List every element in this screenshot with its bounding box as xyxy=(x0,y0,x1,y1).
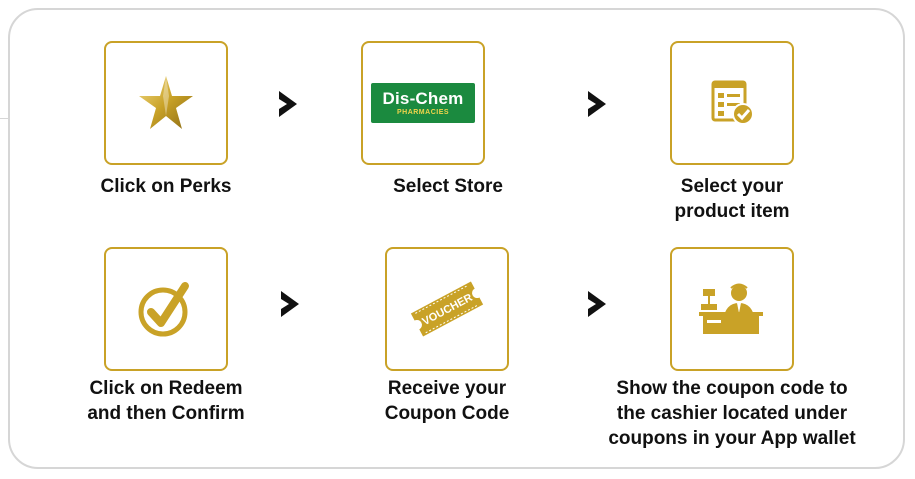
step-1-box xyxy=(104,41,228,165)
dischem-logo: Dis-Chem PHARMACIES xyxy=(371,83,475,123)
step-3-caption: Select your product item xyxy=(674,176,790,222)
chevron-right-icon xyxy=(279,91,297,117)
cashier-icon xyxy=(699,283,763,334)
voucher-icon: VOUCHER xyxy=(410,281,484,337)
step-6-box xyxy=(670,247,794,371)
star-icon xyxy=(139,76,193,129)
step-5-box: VOUCHER xyxy=(385,247,509,371)
step-2-box: Dis-Chem PHARMACIES xyxy=(361,41,485,165)
divider xyxy=(0,118,10,119)
step-1-caption: Click on Perks xyxy=(100,176,232,197)
step-4-caption: Click on Redeem and then Confirm xyxy=(87,378,245,424)
product-list-check-icon xyxy=(711,80,754,125)
chevron-right-icon xyxy=(588,91,606,117)
step-5-caption: Receive your Coupon Code xyxy=(384,378,510,424)
step-4-box xyxy=(104,247,228,371)
step-3-box xyxy=(670,41,794,165)
checkmark-circle-icon xyxy=(138,282,189,337)
chevron-right-icon xyxy=(588,291,606,317)
step-6-caption: Show the coupon code to the cashier loca… xyxy=(608,378,856,449)
step-2-caption: Select Store xyxy=(393,176,503,197)
chevron-right-icon xyxy=(281,291,299,317)
